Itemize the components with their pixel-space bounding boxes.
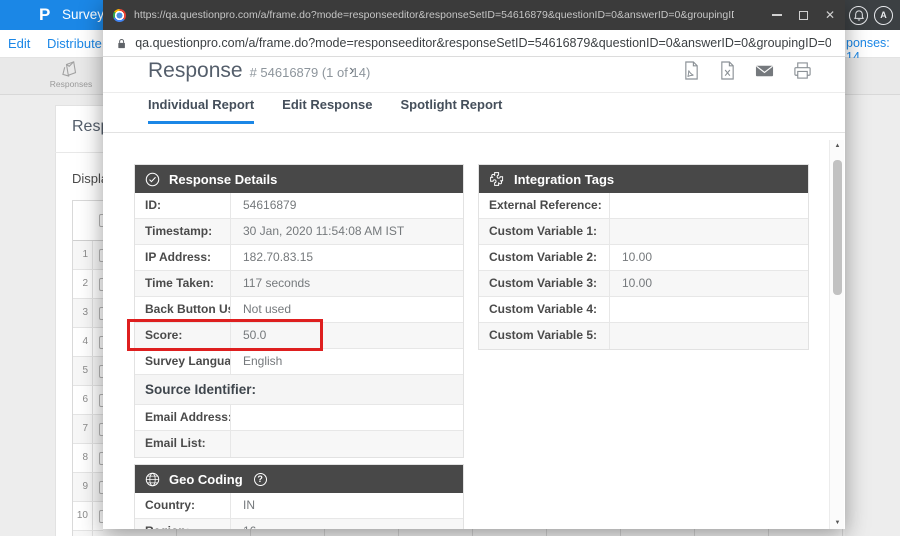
background-table-strip	[103, 529, 845, 536]
section-title: Response Details	[169, 172, 277, 187]
window-close-button[interactable]: ✕	[825, 9, 835, 21]
export-actions	[683, 61, 812, 80]
table-row: External Reference:	[479, 193, 808, 219]
bell-icon	[854, 10, 864, 21]
table-row: IP Address:182.70.83.15	[135, 245, 463, 271]
popup-addressbar[interactable]: qa.questionpro.com/a/frame.do?mode=respo…	[103, 30, 845, 57]
responses-icon	[61, 60, 81, 78]
row-number: 3	[73, 299, 93, 327]
table-row: Custom Variable 4:	[479, 297, 808, 323]
table-row: Region:16	[135, 519, 463, 529]
geo-coding-header: Geo Coding ?	[135, 465, 463, 493]
table-row: Timestamp:30 Jan, 2020 11:54:08 AM IST	[135, 219, 463, 245]
globe-icon	[145, 472, 160, 487]
help-icon[interactable]: ?	[254, 473, 267, 486]
check-circle-icon	[145, 172, 160, 187]
tab-spotlight-report[interactable]: Spotlight Report	[400, 97, 502, 124]
section-title: Geo Coding	[169, 472, 243, 487]
scrollbar-thumb[interactable]	[833, 160, 842, 295]
window-maximize-button[interactable]	[799, 11, 808, 20]
table-row: Email Address:	[135, 405, 463, 431]
row-number: 8	[73, 444, 93, 472]
excel-export-icon[interactable]	[719, 61, 736, 80]
table-row: Country:IN	[135, 493, 463, 519]
response-details-header: Response Details	[135, 165, 463, 193]
table-row: Custom Variable 2:10.00	[479, 245, 808, 271]
print-icon[interactable]	[793, 61, 812, 80]
modal-title: Response# 54616879 (1 of 14)	[148, 59, 370, 83]
notifications-bell-button[interactable]	[849, 6, 868, 25]
table-row: ID:54616879	[135, 193, 463, 219]
table-row: Custom Variable 5:	[479, 323, 808, 349]
table-row: Survey Language:English	[135, 349, 463, 375]
integration-tags-table: Integration Tags External Reference: Cus…	[478, 164, 809, 350]
divider	[103, 92, 845, 93]
avatar: A	[880, 10, 887, 20]
popup-title-url: https://qa.questionpro.com/a/frame.do?mo…	[134, 9, 734, 21]
row-number: 9	[73, 473, 93, 501]
profile-avatar-button[interactable]: A	[874, 6, 893, 25]
table-row: Custom Variable 1:	[479, 219, 808, 245]
row-number: 4	[73, 328, 93, 356]
section-title: Integration Tags	[514, 172, 614, 187]
tab-edit-response[interactable]: Edit Response	[282, 97, 372, 124]
puzzle-icon	[489, 171, 505, 187]
toolbar-item-responses[interactable]: Responses	[40, 60, 102, 89]
divider	[103, 132, 845, 133]
window-minimize-button[interactable]	[772, 14, 782, 16]
row-number: 2	[73, 270, 93, 298]
popup-window: https://qa.questionpro.com/a/frame.do?mo…	[103, 0, 845, 529]
row-number: 5	[73, 357, 93, 385]
scroll-down-arrow[interactable]: ▼	[830, 520, 845, 526]
questionpro-logo[interactable]: P	[39, 5, 50, 25]
lock-icon	[117, 37, 126, 50]
tab-individual-report[interactable]: Individual Report	[148, 97, 254, 124]
next-response-button[interactable]: ›	[349, 63, 354, 79]
popup-titlebar: https://qa.questionpro.com/a/frame.do?mo…	[103, 0, 845, 30]
popup-scrollbar: ▲ ▼	[829, 140, 844, 529]
row-number: 10	[73, 502, 93, 530]
source-identifier-subheader: Source Identifier:	[135, 375, 463, 405]
row-number: 7	[73, 415, 93, 443]
row-number: 6	[73, 386, 93, 414]
address-url: qa.questionpro.com/a/frame.do?mode=respo…	[135, 36, 831, 50]
table-row: Email List:	[135, 431, 463, 457]
row-number: 1	[73, 241, 93, 269]
table-row: Time Taken:117 seconds	[135, 271, 463, 297]
toolbar-item-label: Responses	[40, 79, 102, 89]
chrome-favicon	[113, 9, 126, 22]
integration-tags-header: Integration Tags	[479, 165, 808, 193]
table-row: Custom Variable 3:10.00	[479, 271, 808, 297]
menu-edit[interactable]: Edit	[8, 36, 30, 51]
row-number	[73, 531, 93, 536]
browser-chrome-corner: A	[845, 0, 900, 30]
pdf-export-icon[interactable]	[683, 61, 700, 80]
screen: P Surveys A Edit Distribute ponses: 14 R…	[0, 0, 900, 536]
score-row: Score:50.0	[135, 323, 463, 349]
response-details-table: Response Details ID:54616879 Timestamp:3…	[134, 164, 464, 458]
menu-distribute[interactable]: Distribute	[47, 36, 102, 51]
geo-coding-table: Geo Coding ? Country:IN Region:16	[134, 464, 464, 529]
modal-tabs: Individual Report Edit Response Spotligh…	[148, 97, 502, 124]
table-row: Back Button Usage:Not used	[135, 297, 463, 323]
email-icon[interactable]	[755, 61, 774, 80]
scroll-up-arrow[interactable]: ▲	[830, 143, 845, 149]
